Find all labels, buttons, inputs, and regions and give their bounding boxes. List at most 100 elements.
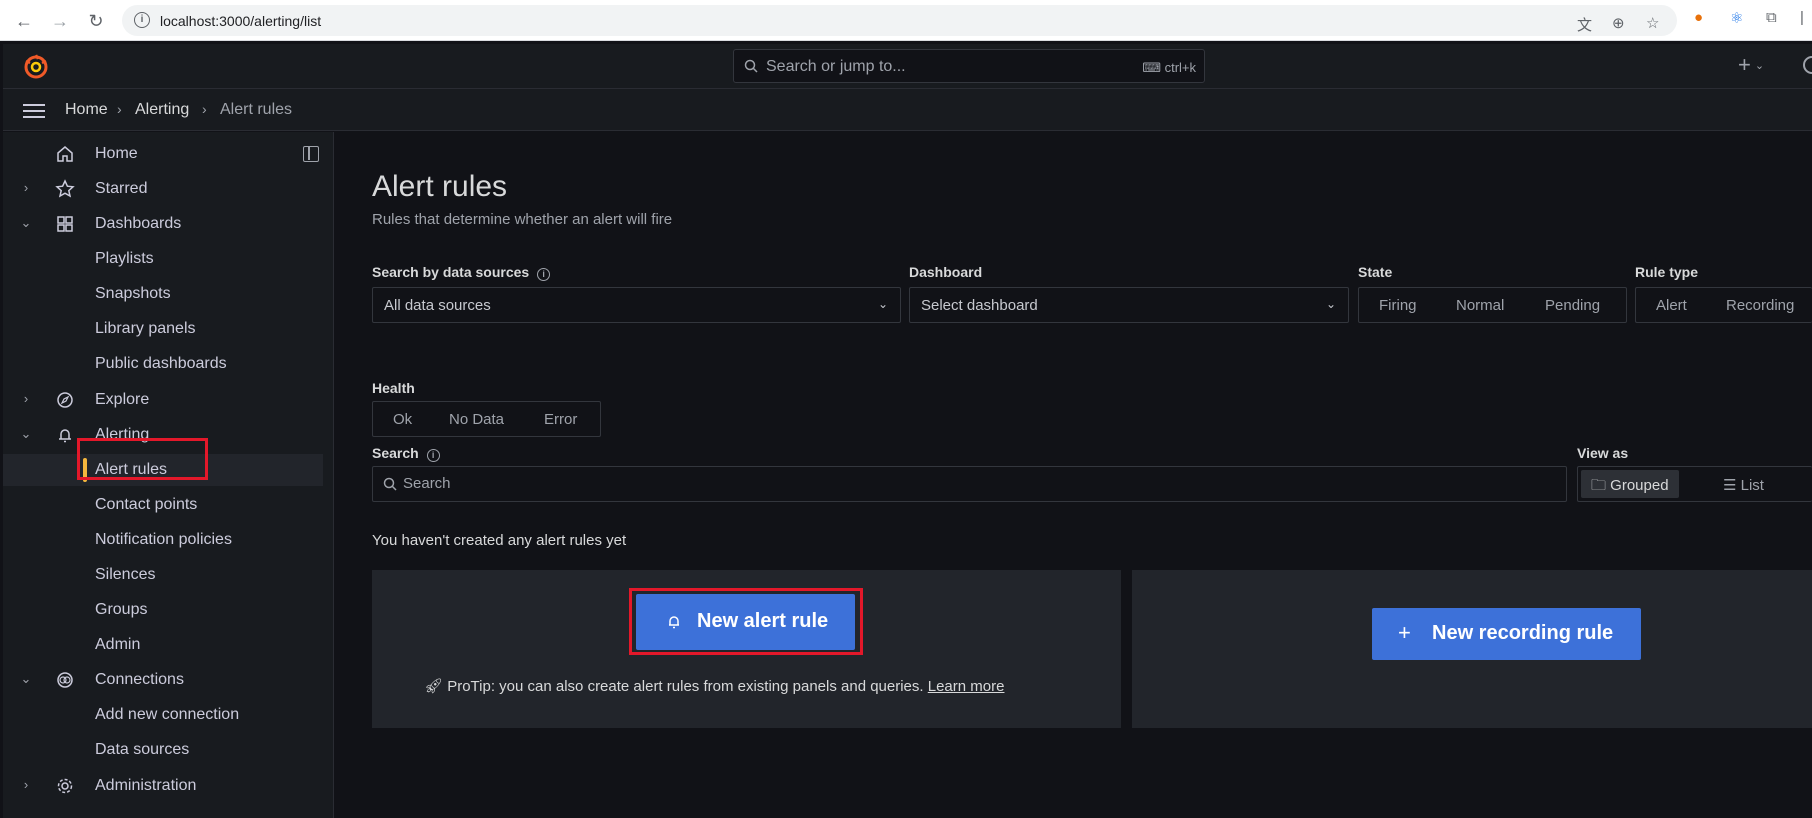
state-option-firing[interactable]: Firing <box>1379 297 1417 314</box>
sidebar-item-label: Silences <box>95 566 156 583</box>
list-icon: ☰ <box>1723 477 1741 494</box>
sidebar-item-label: Explore <box>95 391 150 408</box>
health-option-ok[interactable]: Ok <box>393 411 412 428</box>
health-option-no-data[interactable]: No Data <box>449 411 504 428</box>
translate-icon[interactable]: 文 <box>1577 14 1592 35</box>
search-icon <box>744 59 758 73</box>
sidebar-item-starred[interactable]: › Starred <box>3 173 323 205</box>
profile-icon[interactable]: | <box>1800 9 1804 26</box>
sidebar-item-label: Data sources <box>95 741 190 758</box>
sidebar-item-silences[interactable]: Silences <box>3 559 323 591</box>
ruletype-radio-group: Alert Recording <box>1635 287 1812 323</box>
main-content: Alert rules Rules that determine whether… <box>372 132 1812 818</box>
sidebar-item-admin[interactable]: Admin <box>3 629 323 661</box>
page-subtitle: Rules that determine whether an alert wi… <box>372 211 673 228</box>
new-recording-rule-card: + New recording rule <box>1132 570 1812 728</box>
dashboard-select[interactable]: Select dashboard ⌄ <box>909 287 1349 323</box>
sidebar-item-label: Administration <box>95 777 197 794</box>
chevron-down-icon[interactable]: ⌄ <box>19 671 33 687</box>
viewas-option-grouped[interactable]: 🗀 Grouped <box>1581 470 1679 498</box>
ruletype-option-alert[interactable]: Alert <box>1656 297 1687 314</box>
sidebar-item-public-dashboards[interactable]: Public dashboards <box>3 348 323 380</box>
sidebar-item-snapshots[interactable]: Snapshots <box>3 278 323 310</box>
viewas-option-list[interactable]: ☰ List <box>1723 476 1764 494</box>
sidebar-item-groups[interactable]: Groups <box>3 594 323 626</box>
star-icon <box>55 179 75 198</box>
home-icon <box>57 146 73 162</box>
chevron-down-icon[interactable]: ⌄ <box>19 426 33 442</box>
breadcrumb-home[interactable]: Home <box>65 101 108 119</box>
search-filter-label-text: Search <box>372 445 419 461</box>
ruletype-option-recording[interactable]: Recording <box>1726 297 1794 314</box>
sidebar-item-label: Starred <box>95 180 148 197</box>
back-icon[interactable]: ← <box>14 9 34 33</box>
state-radio-group: Firing Normal Pending <box>1358 287 1627 323</box>
rule-search-input[interactable]: Search <box>372 466 1567 502</box>
menu-toggle-icon[interactable] <box>23 104 45 118</box>
sidebar-item-label: Notification policies <box>95 531 232 548</box>
help-icon[interactable] <box>1803 56 1812 74</box>
sidebar-item-alerting[interactable]: ⌄ Alerting <box>3 419 323 451</box>
new-recording-rule-button[interactable]: + New recording rule <box>1372 608 1641 660</box>
cog-icon <box>57 778 73 794</box>
viewas-option-list-label: List <box>1740 477 1764 494</box>
dashboard-filter-label: Dashboard <box>909 264 983 280</box>
viewas-option-grouped-label: Grouped <box>1610 477 1669 494</box>
sidebar-item-label: Admin <box>95 636 141 653</box>
sidebar-item-notification-policies[interactable]: Notification policies <box>3 524 323 556</box>
address-bar[interactable]: i localhost:3000/alerting/list 文 ⊕ ☆ <box>122 5 1677 36</box>
chevron-right-icon[interactable]: › <box>19 180 33 195</box>
datasource-filter-label: Search by data sources i <box>372 264 551 281</box>
state-option-normal[interactable]: Normal <box>1456 297 1504 314</box>
sidebar-item-label: Connections <box>95 671 184 688</box>
sidebar-item-explore[interactable]: › Explore <box>3 384 323 416</box>
grafana-logo-icon[interactable] <box>23 54 49 80</box>
protip: 🚀︎ ProTip: you can also create alert rul… <box>424 677 1004 695</box>
reload-icon[interactable]: ↻ <box>86 9 106 33</box>
react-extension-icon[interactable]: ⚛ <box>1730 9 1743 27</box>
cookie-extension-icon[interactable]: ● <box>1694 9 1703 26</box>
extensions-icon[interactable]: ⧉ <box>1766 9 1777 26</box>
breadcrumb-separator-icon: › <box>202 101 207 117</box>
global-search-input[interactable]: Search or jump to... ⌨ ctrl+k <box>733 49 1205 83</box>
bookmark-star-icon[interactable]: ☆ <box>1646 14 1659 32</box>
health-option-error[interactable]: Error <box>544 411 577 428</box>
sidebar-item-add-new-connection[interactable]: Add new connection <box>3 699 323 731</box>
breadcrumb-bar: Home › Alerting › Alert rules <box>3 89 1812 131</box>
viewas-radio-group: 🗀 Grouped ☰ List <box>1577 466 1812 502</box>
sidebar-item-data-sources[interactable]: Data sources <box>3 734 323 766</box>
new-alert-rule-button[interactable]: New alert rule <box>636 594 855 650</box>
sidebar-item-dashboards[interactable]: ⌄ Dashboards <box>3 208 323 240</box>
zoom-icon[interactable]: ⊕ <box>1612 14 1625 32</box>
chevron-right-icon[interactable]: › <box>19 391 33 406</box>
connections-icon <box>57 672 73 688</box>
sidebar-item-label: Library panels <box>95 320 196 337</box>
shortcut-text: ctrl+k <box>1164 60 1196 75</box>
state-option-pending[interactable]: Pending <box>1545 297 1600 314</box>
info-icon[interactable]: i <box>426 449 440 462</box>
add-new-button[interactable]: + ⌄ <box>1738 52 1764 78</box>
breadcrumb-alerting[interactable]: Alerting <box>135 101 189 119</box>
protip-text: ProTip: you can also create alert rules … <box>447 678 924 695</box>
bell-icon <box>669 616 679 629</box>
forward-icon[interactable]: → <box>50 9 70 33</box>
info-icon[interactable]: i <box>537 268 551 281</box>
sidebar-item-alert-rules[interactable]: Alert rules <box>3 454 323 486</box>
sidebar-item-connections[interactable]: ⌄ Connections <box>3 664 323 696</box>
sidebar-item-playlists[interactable]: Playlists <box>3 243 323 275</box>
site-info-icon[interactable]: i <box>134 12 150 28</box>
sidebar-item-library-panels[interactable]: Library panels <box>3 313 323 345</box>
keyboard-icon: ⌨ <box>1142 60 1165 75</box>
chevron-right-icon[interactable]: › <box>19 777 33 792</box>
datasource-select[interactable]: All data sources ⌄ <box>372 287 901 323</box>
sidebar-item-label: Snapshots <box>95 285 171 302</box>
sidebar-item-label: Contact points <box>95 496 198 513</box>
sidebar-item-administration[interactable]: › Administration <box>3 770 323 802</box>
new-alert-rule-card: New alert rule 🚀︎ ProTip: you can also c… <box>372 570 1121 728</box>
sidebar-item-label: Home <box>95 145 138 162</box>
sidebar-item-contact-points[interactable]: Contact points <box>3 489 323 521</box>
search-filter-label: Search i <box>372 445 440 462</box>
sidebar-item-home[interactable]: Home <box>3 138 323 170</box>
learn-more-link[interactable]: Learn more <box>928 678 1005 695</box>
chevron-down-icon[interactable]: ⌄ <box>19 215 33 231</box>
